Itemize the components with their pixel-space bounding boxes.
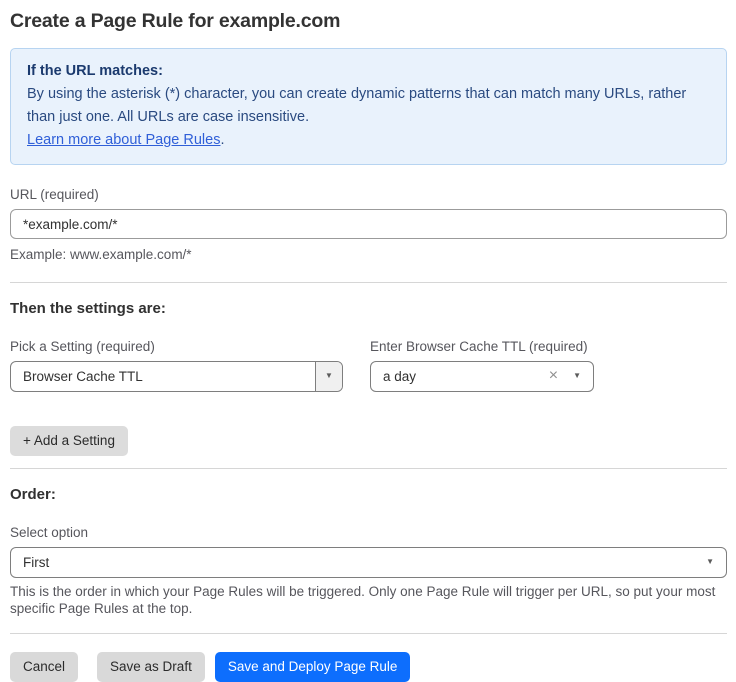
divider-footer [10,633,727,634]
learn-more-link[interactable]: Learn more about Page Rules [27,132,220,148]
setting-picker-field: Pick a Setting (required) Browser Cache … [10,317,343,392]
setting-picker-label: Pick a Setting (required) [10,339,343,354]
order-select-label: Select option [10,525,727,540]
clear-icon[interactable]: × [549,368,558,384]
add-setting-button[interactable]: + Add a Setting [10,426,128,456]
settings-row: Pick a Setting (required) Browser Cache … [10,317,727,392]
ttl-picker-field: Enter Browser Cache TTL (required) a day… [370,317,594,392]
order-select[interactable]: First ▼ [10,547,727,578]
order-section-heading: Order: [10,486,727,503]
order-help-text: This is the order in which your Page Rul… [10,583,727,618]
page-title: Create a Page Rule for example.com [10,10,727,33]
chevron-down-icon: ▼ [325,372,333,380]
ttl-picker-label: Enter Browser Cache TTL (required) [370,339,594,354]
setting-picker-select[interactable]: Browser Cache TTL ▼ [10,361,343,392]
info-box-body: By using the asterisk (*) character, you… [27,83,710,129]
footer-actions: Cancel Save as Draft Save and Deploy Pag… [10,652,727,682]
ttl-picker-value: a day [371,369,549,384]
divider-settings [10,282,727,283]
cancel-button[interactable]: Cancel [10,652,78,682]
settings-section-heading: Then the settings are: [10,300,727,317]
page-rule-form: Create a Page Rule for example.com If th… [0,0,736,682]
setting-picker-dropdown-button[interactable]: ▼ [315,362,342,391]
setting-picker-value: Browser Cache TTL [11,369,315,384]
save-and-deploy-button[interactable]: Save and Deploy Page Rule [215,652,411,682]
url-example-help: Example: www.example.com/* [10,246,727,264]
chevron-down-icon: ▼ [706,558,714,566]
ttl-picker-select[interactable]: a day × ▼ [370,361,594,392]
url-match-info-box: If the URL matches: By using the asteris… [10,48,727,165]
link-period: . [220,132,224,148]
chevron-down-icon: ▼ [573,372,581,380]
divider-order [10,468,727,469]
save-as-draft-button[interactable]: Save as Draft [97,652,205,682]
info-box-heading: If the URL matches: [27,60,710,83]
url-input[interactable] [10,209,727,239]
order-select-value: First [11,555,706,570]
url-field-label: URL (required) [10,187,727,202]
info-box-link-line: Learn more about Page Rules. [27,129,710,152]
